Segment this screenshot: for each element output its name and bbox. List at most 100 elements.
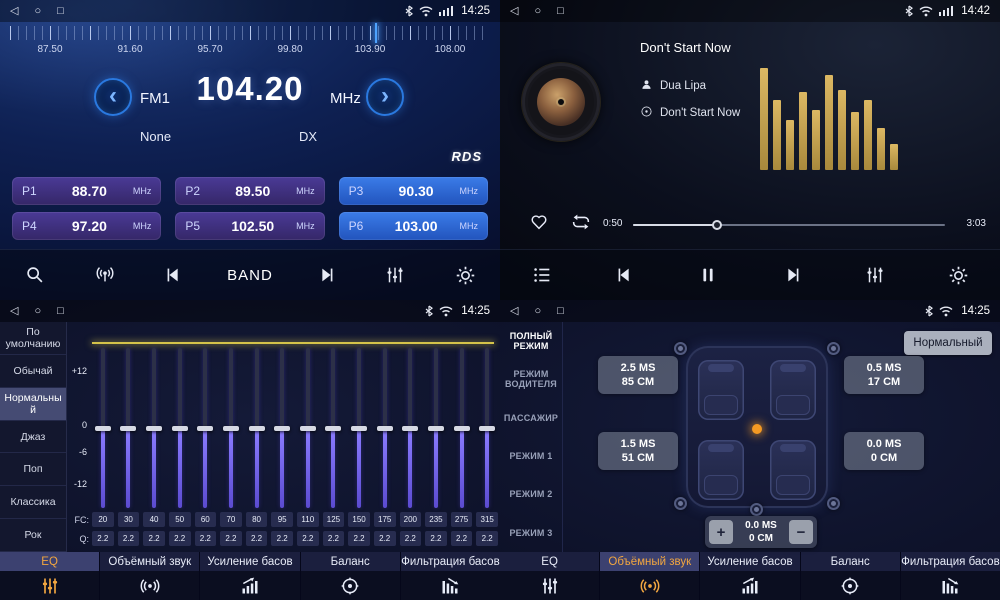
- tune-up-button[interactable]: ›: [366, 78, 404, 116]
- eq-preset-item[interactable]: Классика: [0, 486, 66, 519]
- tab-bass-boost[interactable]: Усиление басов: [200, 552, 300, 600]
- decrease-delay-button[interactable]: −: [789, 520, 813, 544]
- settings-gear-icon[interactable]: [941, 255, 975, 295]
- eq-preset-item[interactable]: Джаз: [0, 421, 66, 454]
- tab-surround[interactable]: Объёмный звук: [100, 552, 200, 600]
- eq-band-slider[interactable]: [346, 348, 372, 508]
- tab-eq[interactable]: EQ: [500, 552, 600, 600]
- back-icon[interactable]: ◁: [510, 306, 518, 317]
- eq-band-slider[interactable]: [269, 348, 295, 508]
- preset-p1-button[interactable]: P188.70MHz: [12, 177, 161, 205]
- back-icon[interactable]: ◁: [10, 6, 18, 17]
- eq-preset-item[interactable]: Рок: [0, 519, 66, 552]
- home-icon[interactable]: ○: [534, 6, 541, 17]
- eq-slider-knob[interactable]: [325, 426, 341, 431]
- band-button[interactable]: BAND: [227, 255, 273, 295]
- preset-p5-button[interactable]: P5102.50MHz: [175, 212, 324, 240]
- preset-p2-button[interactable]: P289.50MHz: [175, 177, 324, 205]
- home-icon[interactable]: ○: [534, 306, 541, 317]
- back-icon[interactable]: ◁: [510, 6, 518, 17]
- audio-settings-icon[interactable]: [378, 255, 412, 295]
- eq-preset-item[interactable]: Поп: [0, 453, 66, 486]
- eq-band-slider[interactable]: [193, 348, 219, 508]
- listen-mode-item[interactable]: РЕЖИМ 3: [500, 514, 562, 552]
- recents-icon[interactable]: □: [557, 306, 564, 317]
- progress-knob[interactable]: [712, 220, 722, 230]
- settings-gear-icon[interactable]: [448, 255, 482, 295]
- playlist-icon[interactable]: [525, 255, 559, 295]
- delay-rear-right[interactable]: 0.0 MS 0 CM: [844, 432, 924, 470]
- increase-delay-button[interactable]: +: [709, 520, 733, 544]
- listen-mode-item[interactable]: ПОЛНЫЙ РЕЖИМ: [500, 322, 562, 360]
- equalizer-sliders-icon[interactable]: [858, 255, 892, 295]
- tab-surround[interactable]: Объёмный звук: [600, 552, 700, 600]
- eq-slider-knob[interactable]: [479, 426, 495, 431]
- eq-band-slider[interactable]: [398, 348, 424, 508]
- recents-icon[interactable]: □: [57, 306, 64, 317]
- listen-mode-item[interactable]: РЕЖИМ ВОДИТЕЛЯ: [500, 360, 562, 398]
- tab-filter[interactable]: Фильтрация басов: [901, 552, 1000, 600]
- eq-slider-knob[interactable]: [197, 426, 213, 431]
- next-track-icon[interactable]: [775, 255, 809, 295]
- next-station-icon[interactable]: [309, 255, 343, 295]
- eq-band-slider[interactable]: [141, 348, 167, 508]
- sound-profile-button[interactable]: Нормальный: [904, 331, 992, 355]
- eq-preset-item[interactable]: По умолчанию: [0, 322, 66, 355]
- eq-slider-knob[interactable]: [402, 426, 418, 431]
- seat-rear-right[interactable]: [770, 440, 816, 500]
- eq-slider-knob[interactable]: [223, 426, 239, 431]
- favorite-heart-icon[interactable]: [528, 210, 550, 237]
- eq-slider-knob[interactable]: [120, 426, 136, 431]
- listen-mode-item[interactable]: РЕЖИМ 2: [500, 475, 562, 513]
- seat-rear-left[interactable]: [698, 440, 744, 500]
- eq-slider-knob[interactable]: [454, 426, 470, 431]
- previous-station-icon[interactable]: [157, 255, 191, 295]
- seek-bar[interactable]: [633, 224, 945, 226]
- tab-balance[interactable]: Баланс: [801, 552, 901, 600]
- frequency-scale[interactable]: 87.50 91.60 95.70 99.80 103.90 108.00: [10, 24, 490, 64]
- preset-p4-button[interactable]: P497.20MHz: [12, 212, 161, 240]
- tab-balance[interactable]: Баланс: [301, 552, 401, 600]
- delay-front-right[interactable]: 0.5 MS 17 CM: [844, 356, 924, 394]
- listener-position-dot[interactable]: [752, 424, 762, 434]
- eq-band-slider[interactable]: [116, 348, 142, 508]
- eq-band-slider[interactable]: [423, 348, 449, 508]
- eq-band-slider[interactable]: [449, 348, 475, 508]
- eq-band-slider[interactable]: [90, 348, 116, 508]
- preset-p6-button[interactable]: P6103.00MHz: [339, 212, 488, 240]
- eq-slider-knob[interactable]: [300, 426, 316, 431]
- recents-icon[interactable]: □: [57, 6, 64, 17]
- preset-p3-button[interactable]: P390.30MHz: [339, 177, 488, 205]
- tab-filter[interactable]: Фильтрация басов: [401, 552, 500, 600]
- seat-front-right[interactable]: [770, 360, 816, 420]
- listen-mode-item[interactable]: РЕЖИМ 1: [500, 437, 562, 475]
- eq-slider-knob[interactable]: [377, 426, 393, 431]
- eq-band-slider[interactable]: [321, 348, 347, 508]
- eq-slider-knob[interactable]: [146, 426, 162, 431]
- eq-slider-knob[interactable]: [95, 426, 111, 431]
- eq-slider-knob[interactable]: [274, 426, 290, 431]
- eq-slider-knob[interactable]: [172, 426, 188, 431]
- eq-preset-item[interactable]: Обычай: [0, 355, 66, 388]
- tab-eq[interactable]: EQ: [0, 552, 100, 600]
- album-art[interactable]: [522, 63, 600, 141]
- search-icon[interactable]: [18, 255, 52, 295]
- eq-band-slider[interactable]: [218, 348, 244, 508]
- home-icon[interactable]: ○: [34, 6, 41, 17]
- eq-band-slider[interactable]: [167, 348, 193, 508]
- auto-scan-icon[interactable]: [88, 255, 122, 295]
- eq-band-slider[interactable]: [295, 348, 321, 508]
- eq-slider-knob[interactable]: [428, 426, 444, 431]
- eq-band-slider[interactable]: [474, 348, 500, 508]
- repeat-mode-icon[interactable]: [570, 211, 592, 238]
- delay-front-left[interactable]: 2.5 MS 85 CM: [598, 356, 678, 394]
- delay-rear-left[interactable]: 1.5 MS 51 CM: [598, 432, 678, 470]
- tab-bass-boost[interactable]: Усиление басов: [700, 552, 800, 600]
- eq-slider-knob[interactable]: [351, 426, 367, 431]
- seat-front-left[interactable]: [698, 360, 744, 420]
- pause-icon[interactable]: [691, 255, 725, 295]
- home-icon[interactable]: ○: [34, 306, 41, 317]
- recents-icon[interactable]: □: [557, 6, 564, 17]
- listen-mode-item[interactable]: ПАССАЖИР: [500, 399, 562, 437]
- tune-down-button[interactable]: ‹: [94, 78, 132, 116]
